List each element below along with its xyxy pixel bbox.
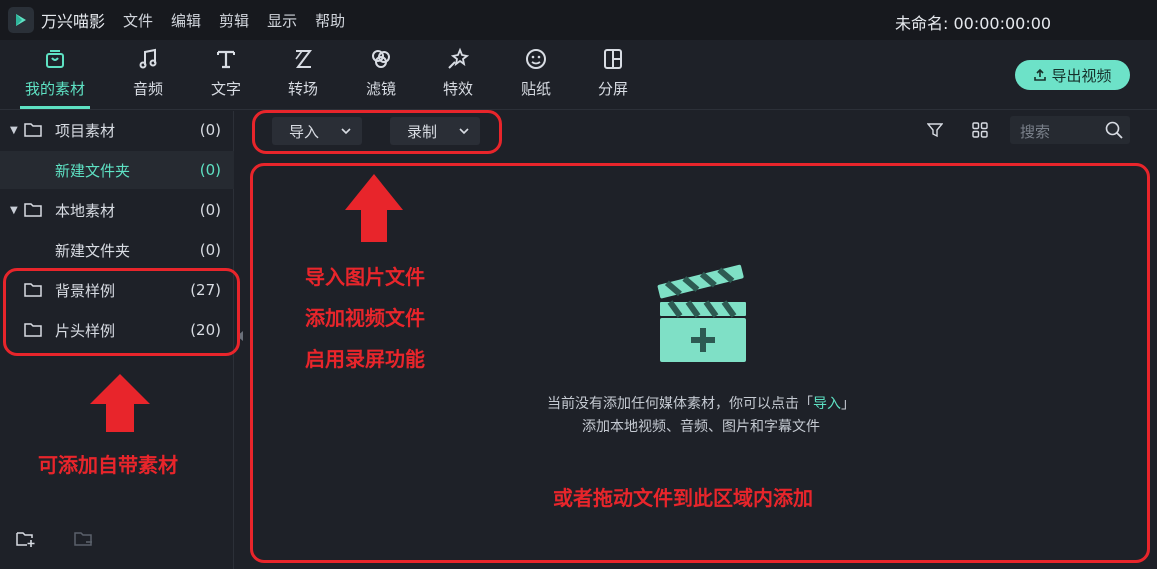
menu-clip[interactable]: 剪辑 (219, 10, 249, 31)
search-icon[interactable] (1105, 121, 1123, 139)
sidebar-item-count: (0) (199, 201, 221, 219)
annotation-box-import (252, 110, 502, 154)
sidebar-item-count: (0) (199, 241, 221, 259)
tab-label: 文字 (210, 80, 241, 98)
tab-sticker[interactable]: 贴纸 (504, 46, 568, 99)
music-icon (139, 48, 157, 69)
app-name: 万兴喵影 (41, 12, 106, 31)
expand-caret-icon[interactable]: ▼ (10, 125, 18, 136)
tab-transition[interactable]: 转场 (271, 46, 335, 99)
sidebar-item-label: 新建文件夹 (55, 241, 131, 260)
app-logo-icon (8, 7, 34, 33)
tab-text[interactable]: 文字 (194, 46, 258, 99)
tab-label: 音频 (132, 80, 163, 98)
sidebar-item-local-new-folder[interactable]: 新建文件夹 (0) (0, 231, 234, 269)
filter-icon (372, 50, 390, 68)
grid-view-icon[interactable] (972, 122, 988, 138)
tab-label: 我的素材 (24, 80, 85, 98)
sidebar-item-count: (0) (199, 161, 221, 179)
top-toolbar: 我的素材 音频 文字 转场 滤镜 特效 贴纸 分屏 (0, 40, 1157, 110)
sidebar-item-local-media[interactable]: ▼ 本地素材 (0) (0, 191, 234, 229)
media-icon (46, 50, 64, 68)
annotation-arrow-up-icon (90, 374, 150, 432)
sidebar-item-project-media[interactable]: ▼ 项目素材 (0) (0, 111, 234, 149)
tab-split-screen[interactable]: 分屏 (581, 46, 645, 99)
search-input[interactable]: 搜索 (1010, 116, 1130, 144)
tab-label: 贴纸 (520, 80, 551, 98)
effects-icon (448, 47, 470, 69)
annotation-sidebar-note: 可添加自带素材 (38, 453, 178, 477)
tab-label: 滤镜 (365, 80, 396, 98)
menu-view[interactable]: 显示 (267, 10, 297, 31)
annotation-drop-note: 或者拖动文件到此区域内添加 (553, 486, 813, 510)
sidebar-item-label: 本地素材 (55, 201, 116, 220)
tab-audio[interactable]: 音频 (116, 46, 180, 99)
annotation-arrow-up-icon (345, 174, 403, 242)
export-video-button[interactable]: 导出视频 (1015, 60, 1130, 90)
sidebar-item-label: 新建文件夹 (55, 161, 131, 180)
annotation-import-note-2: 添加视频文件 (305, 306, 425, 330)
title-bar: 万兴喵影 文件 编辑 剪辑 显示 帮助 未命名: 00:00:00:00 (0, 0, 1157, 40)
remove-folder-icon[interactable] (74, 530, 94, 548)
annotation-import-note-3: 启用录屏功能 (305, 347, 425, 371)
active-tab-indicator (20, 106, 90, 109)
folder-icon (24, 203, 42, 217)
export-icon (1034, 68, 1047, 81)
sidebar-item-label: 项目素材 (55, 121, 116, 140)
project-title: 未命名: 00:00:00:00 (895, 14, 1052, 33)
tab-label: 特效 (442, 80, 473, 98)
transition-icon (295, 50, 312, 68)
tab-label: 分屏 (597, 80, 628, 98)
expand-caret-icon[interactable]: ▼ (10, 205, 18, 216)
tab-my-media[interactable]: 我的素材 (23, 46, 87, 99)
tab-label: 转场 (287, 80, 318, 98)
tab-filter[interactable]: 滤镜 (349, 46, 413, 99)
sidebar-item-count: (0) (199, 121, 221, 139)
annotation-import-note-1: 导入图片文件 (305, 265, 425, 289)
sidebar-footer (16, 530, 94, 548)
sidebar-item-new-folder[interactable]: 新建文件夹 (0) (0, 151, 234, 189)
split-screen-icon (604, 49, 622, 69)
filter-funnel-icon[interactable] (927, 122, 943, 138)
annotation-box-samples (3, 268, 240, 356)
menu-file[interactable]: 文件 (123, 10, 153, 31)
menu-edit[interactable]: 编辑 (171, 10, 201, 31)
menu-help[interactable]: 帮助 (315, 10, 345, 31)
export-video-label: 导出视频 (1051, 66, 1112, 85)
search-placeholder: 搜索 (1020, 123, 1051, 141)
sticker-icon (526, 49, 546, 69)
tab-effects[interactable]: 特效 (426, 46, 490, 99)
text-icon (217, 50, 235, 69)
folder-icon (24, 123, 42, 137)
new-folder-icon[interactable] (16, 530, 36, 548)
